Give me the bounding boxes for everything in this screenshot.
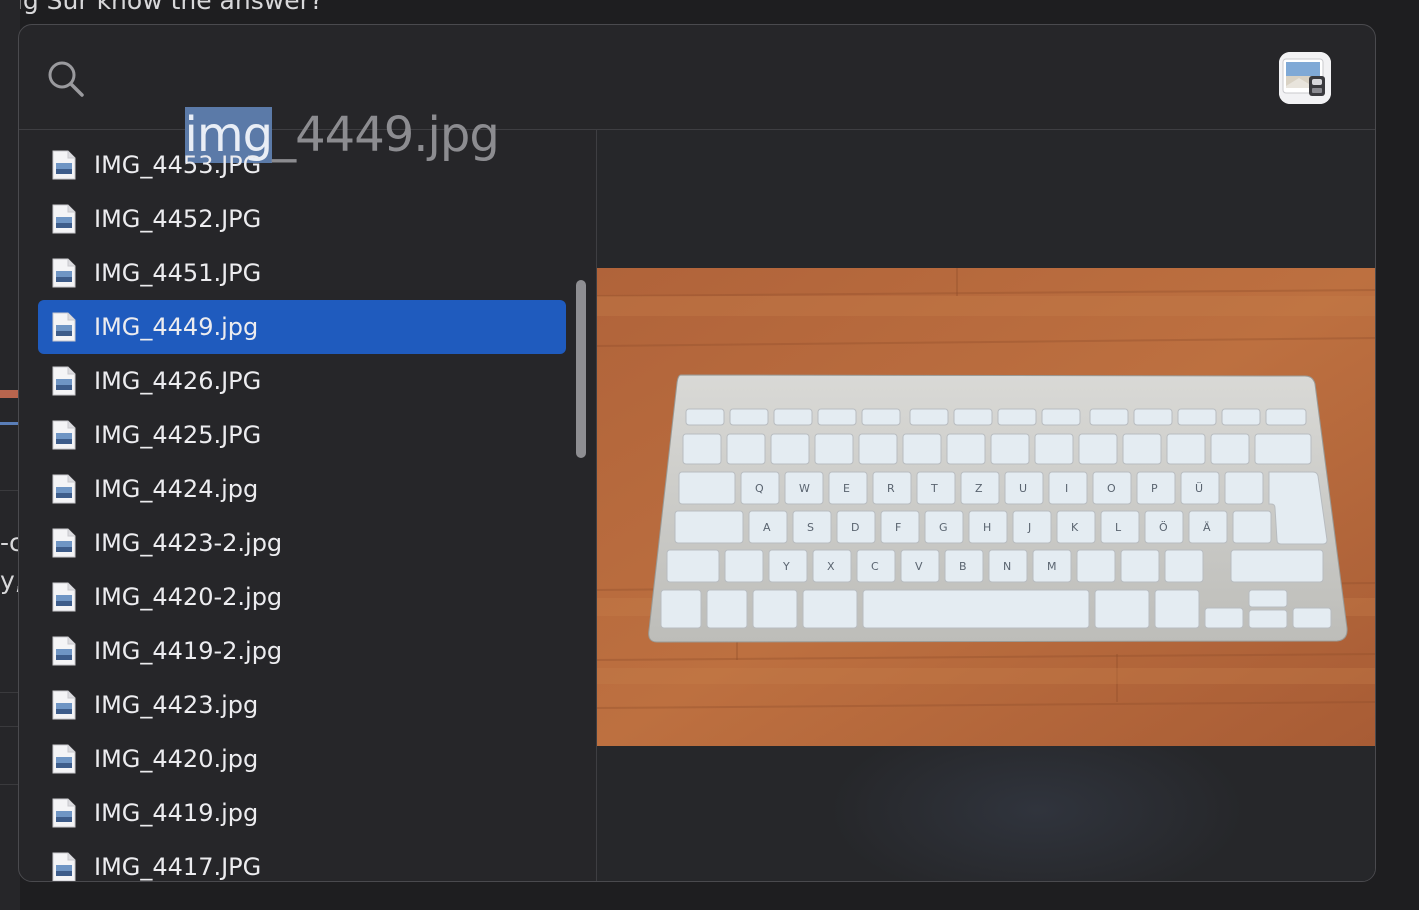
jpeg-document-icon <box>52 636 76 666</box>
result-label: IMG_4420-2.jpg <box>94 583 283 611</box>
jpeg-document-icon <box>52 204 76 234</box>
result-label: IMG_4420.jpg <box>94 745 259 773</box>
svg-text:Ü: Ü <box>1195 482 1203 495</box>
jpeg-document-icon <box>52 690 76 720</box>
scrollbar-thumb[interactable] <box>576 280 586 458</box>
result-label: IMG_4424.jpg <box>94 475 259 503</box>
svg-text:T: T <box>930 482 938 495</box>
background-divider <box>0 692 18 693</box>
result-row[interactable]: IMG_4419.jpg <box>38 786 566 840</box>
svg-text:W: W <box>799 482 810 495</box>
svg-text:N: N <box>1003 560 1011 573</box>
result-label: IMG_4453.JPG <box>94 151 262 179</box>
result-label: IMG_4425.JPG <box>94 421 262 449</box>
jpeg-document-icon <box>52 744 76 774</box>
preview-pane: Q W E R T Z U I O P Ü A S D F G H J K L Ö Ä Y X C V B N M <box>597 130 1375 881</box>
results-scrollbar[interactable] <box>574 280 588 460</box>
result-row[interactable]: IMG_4452.JPG <box>38 192 566 246</box>
result-row[interactable]: IMG_4417.JPG <box>38 840 566 881</box>
svg-text:V: V <box>915 560 923 573</box>
svg-text:D: D <box>851 521 859 534</box>
svg-text:X: X <box>827 560 835 573</box>
result-row[interactable]: IMG_4420-2.jpg <box>38 570 566 624</box>
background-accent <box>0 390 18 398</box>
background-strip <box>0 0 20 910</box>
jpeg-document-icon <box>52 366 76 396</box>
jpeg-document-icon <box>52 582 76 612</box>
result-label: IMG_4419.jpg <box>94 799 259 827</box>
background-divider <box>0 726 18 727</box>
svg-text:I: I <box>1065 482 1068 495</box>
result-row[interactable]: IMG_4419-2.jpg <box>38 624 566 678</box>
search-bar[interactable]: img_4449.jpg <box>19 25 1375 163</box>
result-row[interactable]: IMG_4426.JPG <box>38 354 566 408</box>
svg-text:S: S <box>807 521 814 534</box>
result-label: IMG_4419-2.jpg <box>94 637 283 665</box>
result-row[interactable]: IMG_4451.JPG <box>38 246 566 300</box>
result-row[interactable]: IMG_4420.jpg <box>38 732 566 786</box>
svg-text:F: F <box>895 521 901 534</box>
svg-text:H: H <box>983 521 991 534</box>
result-row[interactable]: IMG_4425.JPG <box>38 408 566 462</box>
svg-text:E: E <box>843 482 850 495</box>
svg-text:M: M <box>1047 560 1057 573</box>
background-divider <box>0 784 18 785</box>
search-input[interactable]: img_4449.jpg <box>99 45 500 163</box>
svg-text:L: L <box>1115 521 1122 534</box>
svg-text:G: G <box>939 521 948 534</box>
result-label: IMG_4451.JPG <box>94 259 262 287</box>
results-list: IMG_4453.JPG IMG_4452.JPG IMG_4451.JPG I… <box>19 130 597 881</box>
svg-text:Ö: Ö <box>1159 521 1168 534</box>
preview-photo-keyboard: Q W E R T Z U I O P Ü A S D F G H J K L Ö Ä Y X C V B N M <box>597 268 1375 746</box>
background-heading: big Sur know the answer? <box>0 0 324 15</box>
background-divider <box>0 490 18 491</box>
result-row[interactable]: IMG_4423-2.jpg <box>38 516 566 570</box>
result-row-selected[interactable]: IMG_4449.jpg <box>38 300 566 354</box>
svg-text:Z: Z <box>975 482 983 495</box>
result-label: IMG_4426.JPG <box>94 367 262 395</box>
svg-text:Ä: Ä <box>1203 521 1211 534</box>
svg-text:J: J <box>1027 521 1031 534</box>
spotlight-panel: img_4449.jpg IMG_4453.JPG IMG_4452.JPG I… <box>18 24 1376 882</box>
background-accent-line <box>0 422 18 425</box>
svg-text:Q: Q <box>755 482 764 495</box>
result-label: IMG_4417.JPG <box>94 853 262 881</box>
result-label: IMG_4449.jpg <box>94 313 259 341</box>
jpeg-document-icon <box>52 528 76 558</box>
svg-text:U: U <box>1019 482 1027 495</box>
result-row[interactable]: IMG_4453.JPG <box>38 138 566 192</box>
jpeg-document-icon <box>52 474 76 504</box>
jpeg-document-icon <box>52 150 76 180</box>
svg-text:O: O <box>1107 482 1116 495</box>
svg-text:Y: Y <box>782 560 790 573</box>
magnifying-glass-icon <box>45 58 87 100</box>
jpeg-document-icon <box>52 852 76 881</box>
svg-text:B: B <box>959 560 967 573</box>
svg-text:K: K <box>1071 521 1079 534</box>
result-label: IMG_4423-2.jpg <box>94 529 283 557</box>
preview-app-icon[interactable] <box>1279 52 1331 104</box>
svg-text:P: P <box>1151 482 1158 495</box>
result-row[interactable]: IMG_4424.jpg <box>38 462 566 516</box>
svg-text:C: C <box>871 560 879 573</box>
result-label: IMG_4452.JPG <box>94 205 262 233</box>
svg-text:R: R <box>887 482 895 495</box>
svg-text:A: A <box>763 521 771 534</box>
jpeg-document-icon <box>52 420 76 450</box>
result-row[interactable]: IMG_4423.jpg <box>38 678 566 732</box>
result-label: IMG_4423.jpg <box>94 691 259 719</box>
jpeg-document-icon <box>52 258 76 288</box>
jpeg-document-icon <box>52 798 76 828</box>
jpeg-document-icon <box>52 312 76 342</box>
